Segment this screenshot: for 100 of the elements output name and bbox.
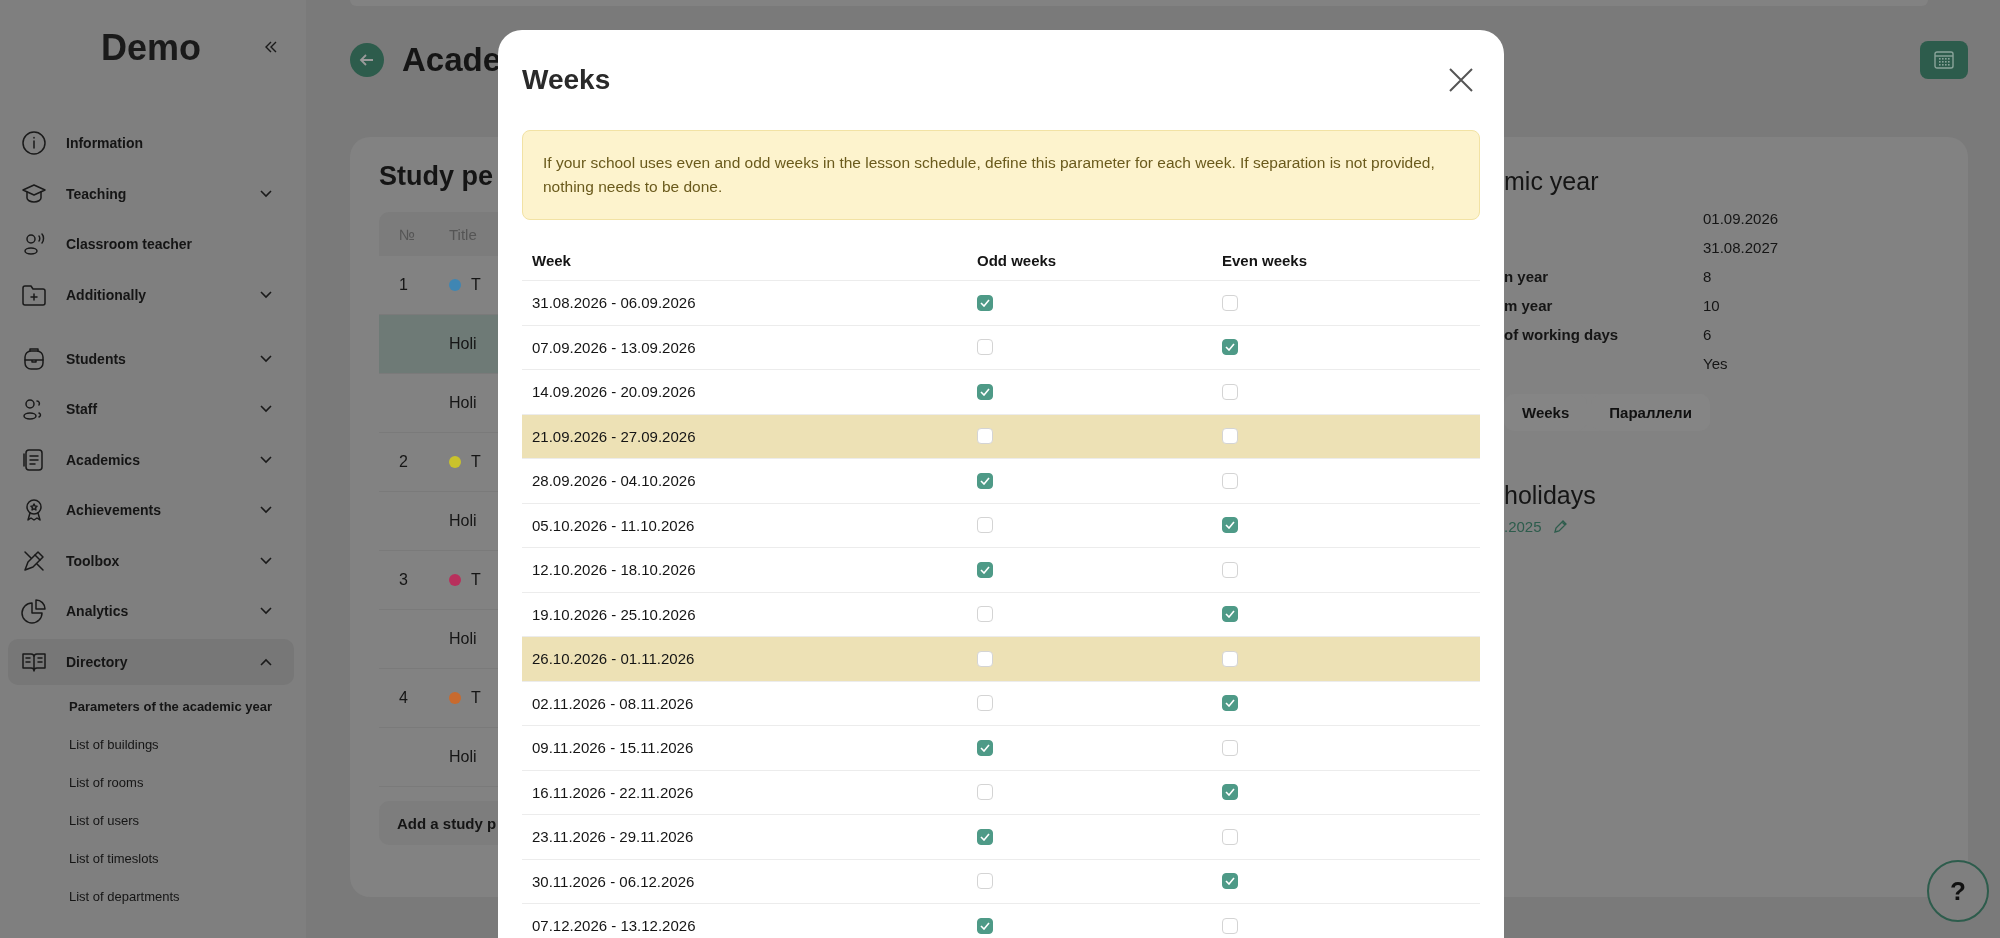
close-icon[interactable]	[1448, 67, 1474, 93]
checkbox[interactable]	[1222, 873, 1238, 890]
sub-nav-item[interactable]: List of users	[69, 808, 294, 833]
pencil-icon[interactable]	[1551, 518, 1568, 535]
checkbox[interactable]	[977, 294, 993, 311]
field-label: of working days	[1504, 326, 1619, 343]
checkbox[interactable]	[977, 828, 993, 845]
table-cell: Holi	[449, 630, 477, 648]
chevron-icon	[260, 556, 272, 565]
table-cell: 1	[399, 276, 408, 293]
chevron-icon	[260, 506, 272, 514]
column-header: Even weeks	[1222, 251, 1309, 269]
nav-item[interactable]: Academics	[8, 436, 294, 483]
field-value: 10	[1703, 297, 1721, 314]
field-value: 6	[1703, 326, 1713, 343]
checkmark-icon	[980, 565, 990, 574]
nav-item[interactable]: Toolbox	[8, 537, 294, 584]
week-cell-text: 07.12.2026 - 13.12.2026	[531, 917, 697, 935]
checkmark-icon	[980, 387, 990, 396]
chevron-icon	[260, 290, 272, 299]
page-title: Acade	[402, 41, 502, 79]
week-cell-text: 28.09.2026 - 04.10.2026	[531, 472, 697, 490]
card-title: Study pe	[379, 161, 493, 192]
checkmark-icon	[1225, 343, 1235, 352]
arrow-left-icon	[359, 52, 375, 68]
info-notice: If your school uses even and odd weeks in the lesson schedule, define this parameter for each week. If separation is not provided, nothing needs to be done.	[522, 130, 1480, 220]
checkmark-icon	[980, 743, 990, 752]
week-cell-text: 21.09.2026 - 27.09.2026	[531, 427, 697, 445]
week-cell-text: 26.10.2026 - 01.11.2026	[531, 650, 696, 668]
table-cell: 3	[399, 571, 408, 588]
week-cell-text: 07.09.2026 - 13.09.2026	[531, 338, 697, 356]
field-label: n year	[1504, 268, 1549, 285]
table-cell: 4	[399, 689, 408, 706]
checkbox[interactable]	[1222, 606, 1238, 623]
collapse-icon[interactable]	[264, 40, 278, 54]
week-cell-text: 09.11.2026 - 15.11.2026	[531, 739, 695, 757]
column-header: Odd weeks	[977, 251, 1058, 269]
table-cell: T	[471, 689, 481, 707]
sub-nav-item[interactable]: List of buildings	[69, 732, 294, 757]
checkmark-icon	[980, 476, 990, 485]
field-value: Yes	[1703, 355, 1729, 372]
field-value: 8	[1703, 268, 1713, 285]
help-button[interactable]: ?	[1927, 860, 1989, 922]
checkmark-icon	[1225, 521, 1235, 530]
column-header: Week	[531, 251, 572, 269]
nav-item[interactable]: Information	[8, 120, 294, 166]
column-header: №	[398, 225, 417, 243]
checkbox[interactable]	[977, 739, 993, 756]
nav-item[interactable]: Additionally	[8, 271, 294, 318]
table-cell: 2	[399, 453, 408, 470]
sub-nav-item[interactable]: Parameters of the academic year	[69, 694, 294, 719]
table-cell: T	[471, 453, 481, 471]
week-cell-text: 16.11.2026 - 22.11.2026	[531, 783, 695, 801]
checkbox[interactable]	[1222, 339, 1238, 356]
checkbox[interactable]	[977, 917, 993, 934]
sub-nav-item[interactable]: List of timeslots	[69, 846, 294, 871]
checkbox[interactable]	[1222, 695, 1238, 712]
sub-nav-item[interactable]: List of departments	[69, 884, 294, 909]
week-cell-text: 19.10.2026 - 25.10.2026	[531, 605, 697, 623]
checkbox[interactable]	[1222, 784, 1238, 801]
checkbox[interactable]	[977, 383, 993, 400]
checkmark-icon	[980, 832, 990, 841]
sub-nav-item[interactable]: List of rooms	[69, 770, 294, 795]
nav-item[interactable]: Students	[8, 335, 294, 382]
info-icon	[20, 129, 48, 157]
checkbox[interactable]	[1222, 517, 1238, 534]
checkbox[interactable]	[977, 561, 993, 578]
week-cell-text: 23.11.2026 - 29.11.2026	[531, 828, 695, 846]
nav-item[interactable]: Achievements	[8, 487, 294, 533]
week-cell-text: 05.10.2026 - 11.10.2026	[531, 516, 696, 534]
nav-item[interactable]: Analytics	[8, 588, 294, 634]
chevron-icon	[260, 189, 272, 198]
nav-item[interactable]: Staff	[8, 386, 294, 432]
logo: Demo	[101, 27, 201, 69]
nav-item[interactable]: Classroom teacher	[8, 221, 294, 267]
chevron-icon	[260, 455, 272, 464]
chevron-icon	[260, 607, 272, 615]
table-cell: Holi	[449, 512, 477, 530]
table-cell: Holi	[449, 748, 477, 766]
calendar-button[interactable]	[1920, 41, 1968, 79]
chevron-icon	[260, 657, 272, 666]
week-cell-text: 14.09.2026 - 20.09.2026	[531, 383, 697, 401]
field-label: m year	[1504, 297, 1553, 314]
checkmark-icon	[1225, 788, 1235, 797]
nav-item[interactable]: Directory	[8, 638, 294, 685]
nav-item[interactable]: Teaching	[8, 170, 294, 217]
back-button[interactable]	[350, 43, 384, 77]
checkmark-icon	[1225, 610, 1235, 619]
checkmark-icon	[1225, 877, 1235, 886]
week-cell-text: 02.11.2026 - 08.11.2026	[531, 694, 695, 712]
pie-chart-icon	[20, 597, 48, 625]
checkmark-icon	[980, 298, 990, 307]
checkmark-icon	[980, 921, 990, 930]
field-value: 31.08.2027	[1703, 239, 1780, 256]
week-cell-text: 30.11.2026 - 06.12.2026	[531, 872, 696, 890]
checkbox[interactable]	[977, 472, 993, 489]
chevron-icon	[260, 405, 272, 413]
dialog-title: Weeks	[522, 64, 611, 96]
table-cell: Holi	[449, 335, 477, 353]
table-cell: T	[471, 276, 481, 294]
